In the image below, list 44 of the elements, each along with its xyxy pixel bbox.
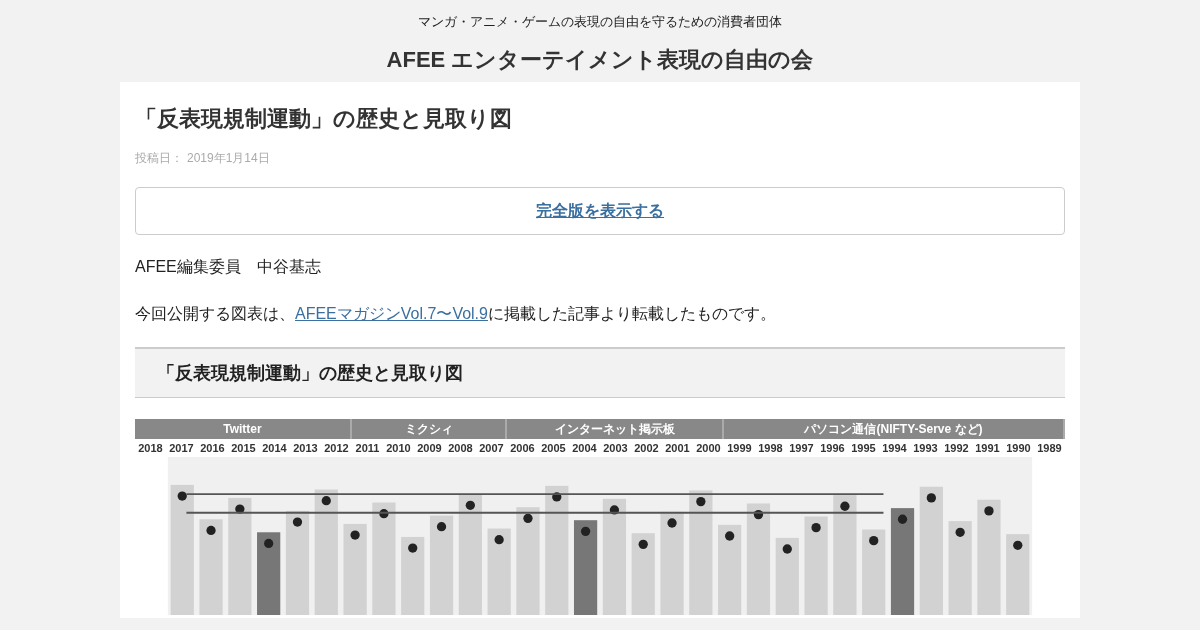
year-label: 2009 [416, 442, 443, 454]
year-label: 2016 [199, 442, 226, 454]
magazine-link[interactable]: AFEEマガジンVol.7〜Vol.9 [295, 305, 488, 322]
year-label: 2010 [385, 442, 412, 454]
year-label: 2001 [664, 442, 691, 454]
year-label: 2007 [478, 442, 505, 454]
era-label: パソコン通信(NIFTY-Serve など) [724, 419, 1065, 439]
full-version-link[interactable]: 完全版を表示する [536, 200, 664, 222]
year-label: 2013 [292, 442, 319, 454]
year-label: 1999 [726, 442, 753, 454]
year-label: 2017 [168, 442, 195, 454]
article-title: 「反表現規制運動」の歴史と見取り図 [135, 105, 512, 133]
year-label: 2012 [323, 442, 350, 454]
year-label: 1997 [788, 442, 815, 454]
year-label: 1991 [974, 442, 1001, 454]
date-label: 投稿日： [135, 150, 183, 167]
year-label: 2005 [540, 442, 567, 454]
year-label: 1995 [850, 442, 877, 454]
year-label: 2011 [354, 442, 381, 454]
section-heading: 「反表現規制運動」の歴史と見取り図 [135, 347, 1065, 398]
year-label: 2000 [695, 442, 722, 454]
site-title[interactable]: AFEE エンターテイメント表現の自由の会 [386, 45, 814, 75]
year-label: 2002 [633, 442, 660, 454]
post-date: 2019年1月14日 [187, 150, 270, 167]
era-label: ミクシィ [352, 419, 507, 439]
author-line: AFEE編集委員 中谷基志 [135, 257, 322, 277]
site-tagline: マンガ・アニメ・ゲームの表現の自由を守るための消費者団体 [418, 13, 782, 31]
year-label: 1996 [819, 442, 846, 454]
year-label: 1993 [912, 442, 939, 454]
year-label: 2015 [230, 442, 257, 454]
year-label: 1989 [1036, 442, 1063, 454]
year-label: 2003 [602, 442, 629, 454]
year-label: 1998 [757, 442, 784, 454]
year-label: 2018 [137, 442, 164, 454]
year-label: 1994 [881, 442, 908, 454]
year-label: 2004 [571, 442, 598, 454]
era-label: Twitter [135, 419, 352, 439]
year-label: 2014 [261, 442, 288, 454]
year-label: 2006 [509, 442, 536, 454]
year-label: 2008 [447, 442, 474, 454]
year-label: 1992 [943, 442, 970, 454]
intro-paragraph: 今回公開する図表は、AFEEマガジンVol.7〜Vol.9に掲載した記事より転載したものです。 [135, 304, 777, 324]
year-label: 1990 [1005, 442, 1032, 454]
era-label: インターネット掲示板 [507, 419, 724, 439]
